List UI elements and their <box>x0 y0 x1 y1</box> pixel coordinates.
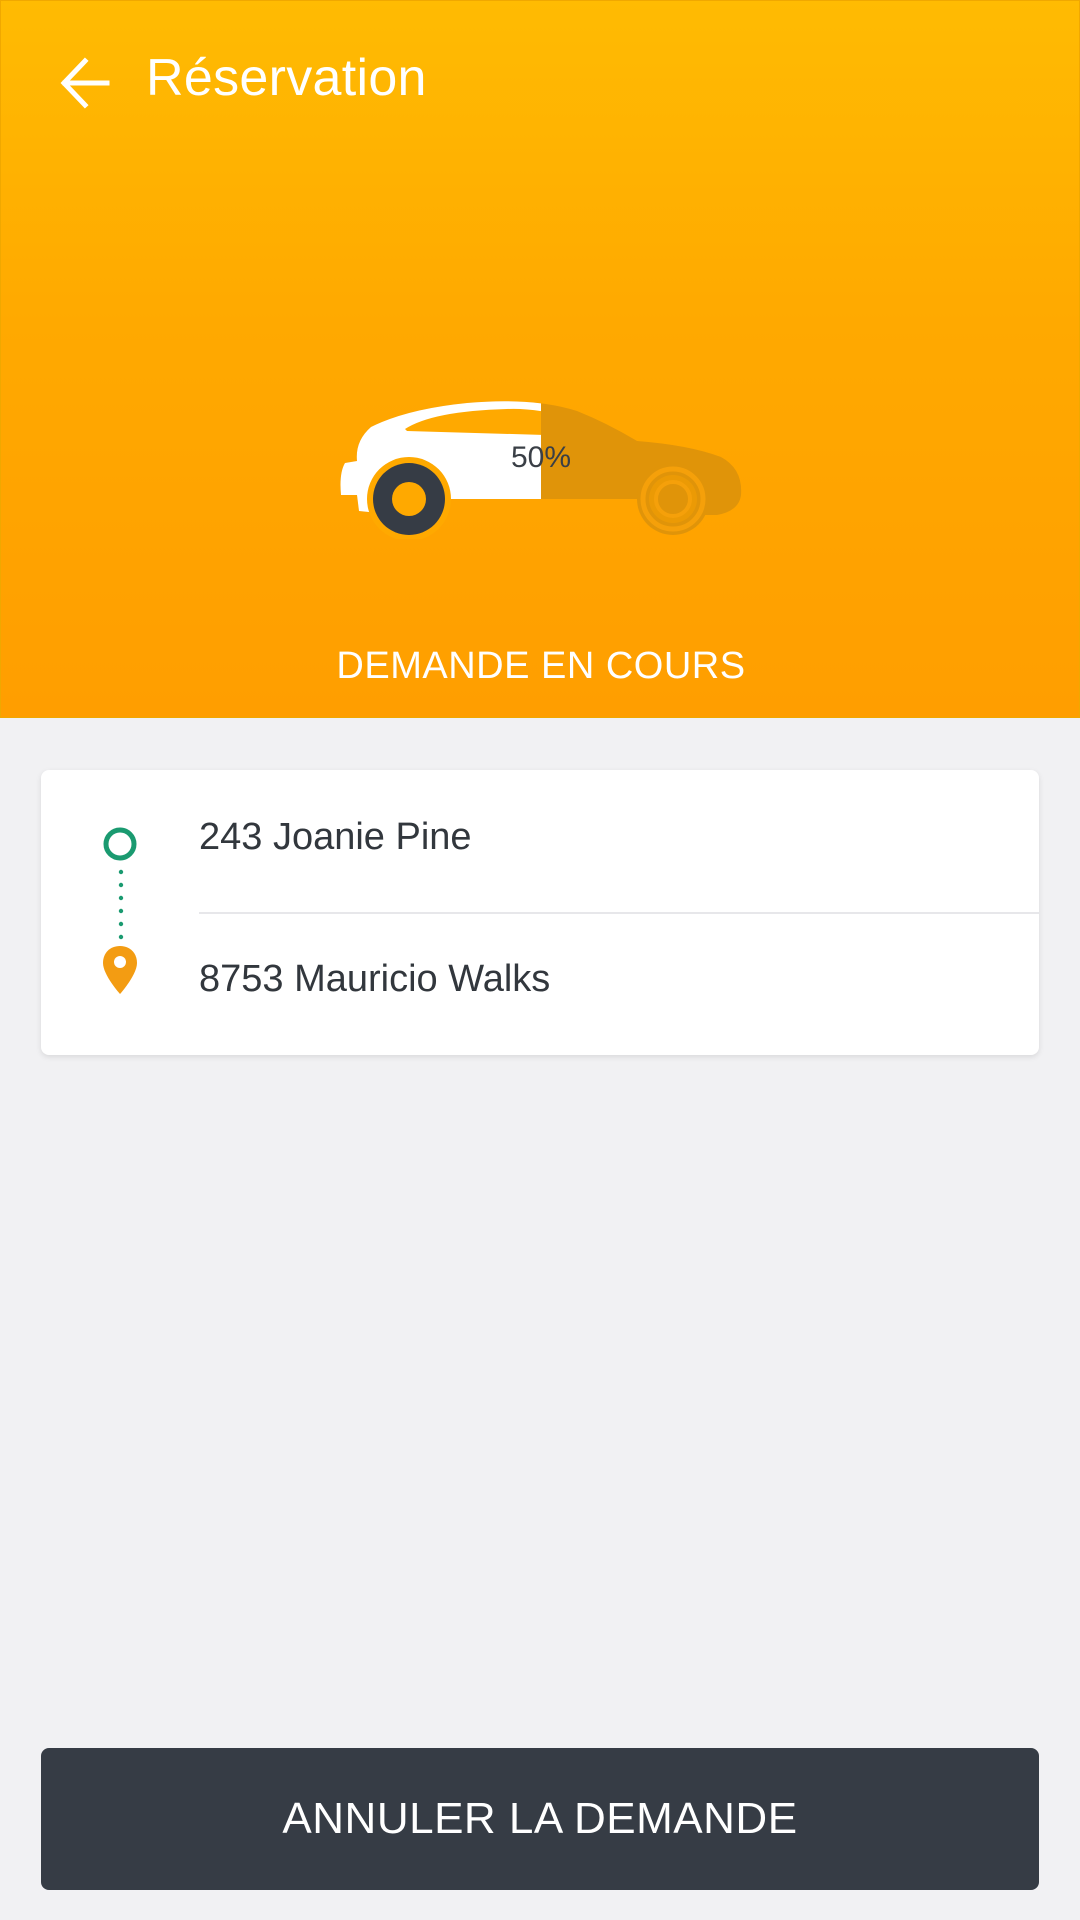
request-status: DEMANDE EN COURS <box>336 645 746 687</box>
route-card: 243 Joanie Pine 8753 Mauricio Walks <box>41 770 1039 1055</box>
back-button[interactable] <box>49 45 121 117</box>
cancel-request-button[interactable]: ANNULER LA DEMANDE <box>41 1748 1039 1890</box>
origin-circle-icon <box>103 827 137 861</box>
page-title: Réservation <box>146 49 427 107</box>
arrow-left-icon <box>60 57 110 109</box>
origin-address[interactable]: 243 Joanie Pine <box>199 816 472 859</box>
header: Réservation 50% DEMANDE EN COURS <box>0 0 1080 718</box>
route-line <box>118 869 124 953</box>
progress-percent: 50% <box>510 441 572 474</box>
divider <box>199 912 1039 914</box>
destination-address[interactable]: 8753 Mauricio Walks <box>199 958 550 1001</box>
car-progress-indicator: 50% <box>337 383 745 539</box>
booking-screen: Réservation 50% DEMANDE EN COURS 243 Joa… <box>0 0 1080 1920</box>
map-pin-icon <box>103 946 137 994</box>
